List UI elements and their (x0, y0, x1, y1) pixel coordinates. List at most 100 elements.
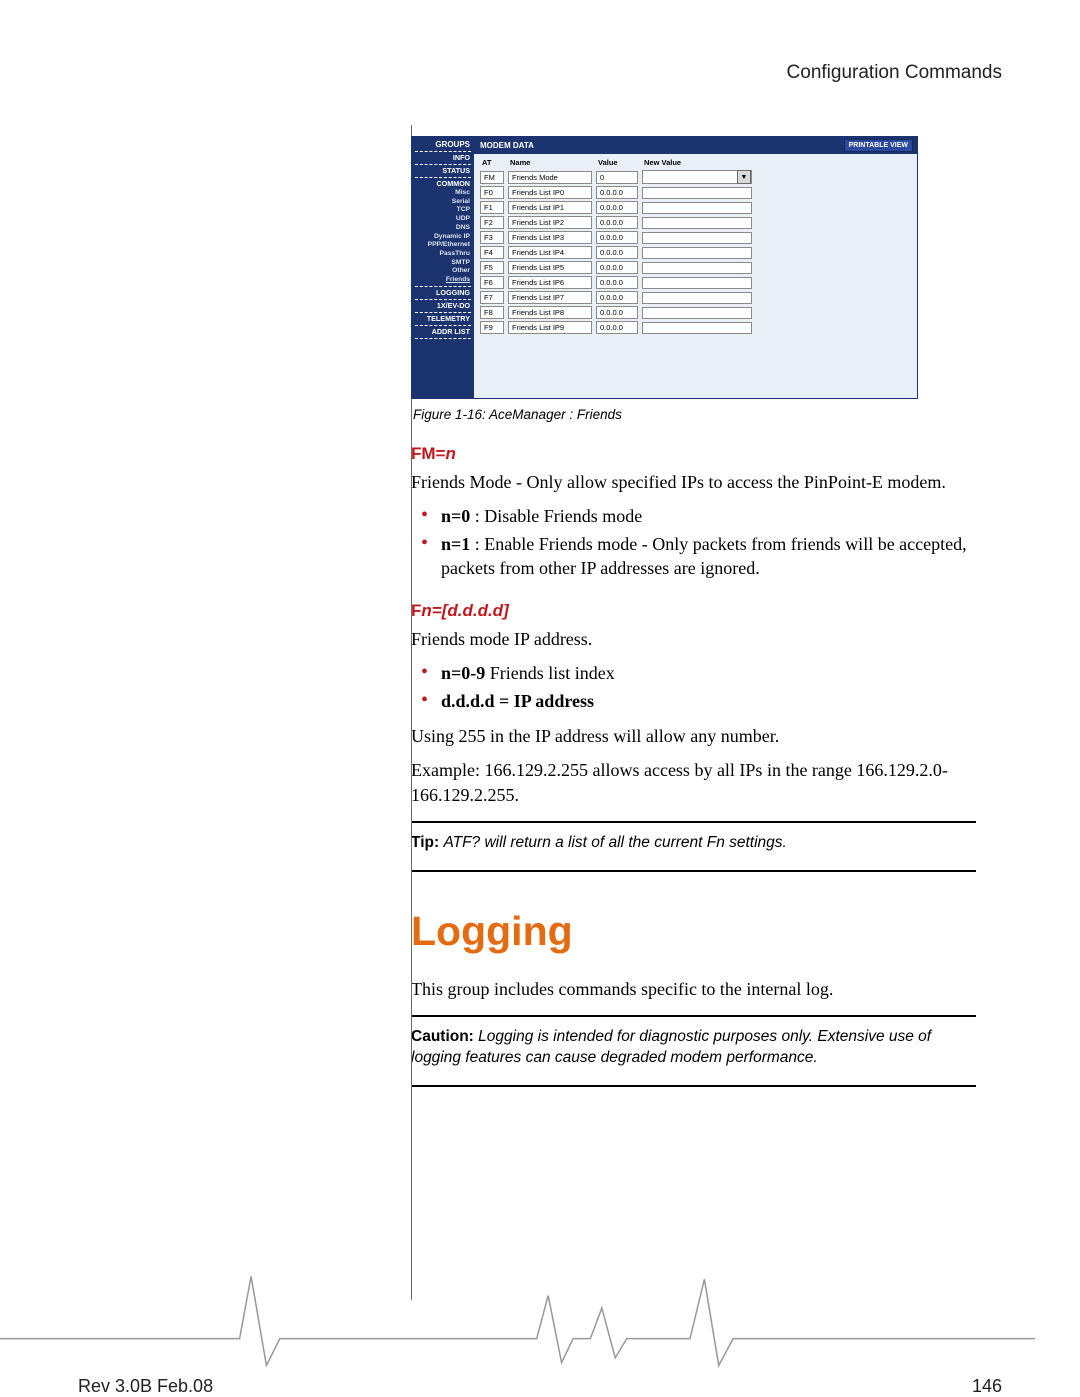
cell-value: 0.0.0.0 (596, 186, 638, 199)
acemanager-panel: GROUPS INFO STATUS COMMON Misc Serial TC… (411, 136, 918, 399)
cell-at: F0 (480, 186, 504, 199)
cmd-fn-after2: Example: 166.129.2.255 allows access by … (411, 758, 976, 807)
table-row: F2Friends List IP20.0.0.0 (478, 215, 754, 230)
sidebar-sub-misc[interactable]: Misc (412, 189, 474, 198)
section-logging-heading: Logging (411, 908, 976, 955)
footer-rev: Rev 3.0B Feb.08 (78, 1376, 213, 1397)
section-logging-body: This group includes commands specific to… (411, 977, 976, 1001)
sidebar-sub-smtp[interactable]: SMTP (412, 259, 474, 268)
cmd-fn-opt1: d.d.d.d = IP address (441, 689, 976, 716)
new-value-select[interactable]: ▼ (642, 170, 752, 184)
sidebar-sub-tcp[interactable]: TCP (412, 206, 474, 215)
cell-name: Friends List IP8 (508, 306, 592, 319)
table-row: F1Friends List IP10.0.0.0 (478, 200, 754, 215)
cell-value: 0.0.0.0 (596, 306, 638, 319)
new-value-input[interactable] (642, 247, 752, 259)
cell-name: Friends Mode (508, 171, 592, 184)
table-row: FM Friends Mode 0 ▼ (478, 169, 754, 185)
cell-value: 0.0.0.0 (596, 201, 638, 214)
caution-block: Caution: Logging is intended for diagnos… (411, 1025, 976, 1071)
table-row: F4 Friends List IP4 0.0.0.0 (478, 245, 754, 260)
cell-value: 0.0.0.0 (596, 246, 638, 259)
cmd-fm-desc: Friends Mode - Only allow specified IPs … (411, 470, 976, 494)
cell-at: F6 (480, 276, 504, 289)
cell-at: F4 (480, 246, 504, 259)
cmd-fn-heading: Fn=[d.d.d.d] (411, 601, 976, 621)
cell-value: 0.0.0.0 (596, 276, 638, 289)
sidebar-item-telemetry[interactable]: TELEMETRY (412, 314, 474, 324)
cell-name: Friends List IP3 (508, 231, 592, 244)
sidebar-item-addrlist[interactable]: ADDR LIST (412, 327, 474, 337)
cell-at: F9 (480, 321, 504, 334)
chevron-down-icon[interactable]: ▼ (737, 170, 751, 184)
new-value-input[interactable] (642, 307, 752, 319)
cmd-fm-opt1: n=1 : Enable Friends mode - Only packets… (441, 532, 976, 584)
sidebar-sub-passthru[interactable]: PassThru (412, 250, 474, 259)
new-value-input[interactable] (642, 232, 752, 244)
cell-name: Friends List IP6 (508, 276, 592, 289)
new-value-input[interactable] (642, 187, 752, 199)
sidebar-sub-udp[interactable]: UDP (412, 215, 474, 224)
sidebar-sub-serial[interactable]: Serial (412, 198, 474, 207)
cmd-fn-opt0: n=0-9 Friends list index (441, 661, 976, 688)
ace-body: AT Name Value New Value FMFriends Mode0▼… (474, 154, 917, 398)
sidebar-item-status[interactable]: STATUS (412, 166, 474, 176)
cell-name: Friends List IP1 (508, 201, 592, 214)
rule (411, 1085, 976, 1087)
table-row: F9Friends List IP90.0.0.0 (478, 320, 754, 335)
sidebar-sub-pppethernet[interactable]: PPP/Ethernet (412, 241, 474, 250)
cell-value: 0 (596, 171, 638, 184)
new-value-input[interactable] (642, 277, 752, 289)
rule (411, 821, 976, 823)
layout-rule (96, 125, 412, 1300)
cell-value: 0.0.0.0 (596, 321, 638, 334)
cell-value: 0.0.0.0 (596, 291, 638, 304)
col-at: AT (478, 156, 506, 169)
sidebar-item-info[interactable]: INFO (412, 153, 474, 163)
cell-name: Friends List IP5 (508, 261, 592, 274)
cmd-fm-opt0: n=0 : Disable Friends mode (441, 504, 976, 531)
table-row: F5 Friends List IP5 0.0.0.0 (478, 260, 754, 275)
friends-table: AT Name Value New Value FMFriends Mode0▼… (478, 156, 754, 335)
page-header: Configuration Commands (96, 62, 1002, 84)
cell-value: 0.0.0.0 (596, 261, 638, 274)
cell-name: Friends List IP4 (508, 246, 592, 259)
cell-at: FM (480, 171, 504, 184)
ecg-decoration (0, 1262, 1035, 1377)
table-row: F0 Friends List IP0 0.0.0.0 (478, 185, 754, 200)
cell-value: 0.0.0.0 (596, 216, 638, 229)
cmd-fm-heading: FM=n (411, 444, 976, 464)
ace-sidebar: GROUPS INFO STATUS COMMON Misc Serial TC… (412, 137, 474, 398)
cell-at: F8 (480, 306, 504, 319)
sidebar-sub-friends[interactable]: Friends (412, 276, 474, 285)
cmd-fn-after1: Using 255 in the IP address will allow a… (411, 724, 976, 748)
new-value-input[interactable] (642, 202, 752, 214)
printable-view-button[interactable]: PRINTABLE VIEW (844, 139, 913, 152)
sidebar-item-logging[interactable]: LOGGING (412, 288, 474, 298)
sidebar-item-evdo[interactable]: 1X/EV-DO (412, 301, 474, 311)
figure-caption: Figure 1-16: AceManager : Friends (413, 407, 976, 422)
cell-at: F2 (480, 216, 504, 229)
cell-at: F7 (480, 291, 504, 304)
new-value-input[interactable] (642, 217, 752, 229)
sidebar-sub-other[interactable]: Other (412, 267, 474, 276)
sidebar-item-common[interactable]: COMMON (412, 179, 474, 189)
sidebar-sub-dynamicip[interactable]: Dynamic IP (412, 233, 474, 242)
groups-label: GROUPS (412, 139, 474, 150)
cell-at: F5 (480, 261, 504, 274)
cell-value: 0.0.0.0 (596, 231, 638, 244)
cell-at: F3 (480, 231, 504, 244)
new-value-input[interactable] (642, 262, 752, 274)
col-name: Name (506, 156, 594, 169)
footer-page: 146 (972, 1376, 1002, 1397)
table-row: F3 Friends List IP3 0.0.0.0 (478, 230, 754, 245)
cell-name: Friends List IP0 (508, 186, 592, 199)
sidebar-sub-dns[interactable]: DNS (412, 224, 474, 233)
table-row: F6 Friends List IP6 0.0.0.0 (478, 275, 754, 290)
modem-data-label: MODEM DATA (480, 141, 534, 150)
new-value-input[interactable] (642, 292, 752, 304)
col-newvalue: New Value (640, 156, 754, 169)
rule (411, 870, 976, 872)
table-row: F8 Friends List IP8 0.0.0.0 (478, 305, 754, 320)
new-value-input[interactable] (642, 322, 752, 334)
